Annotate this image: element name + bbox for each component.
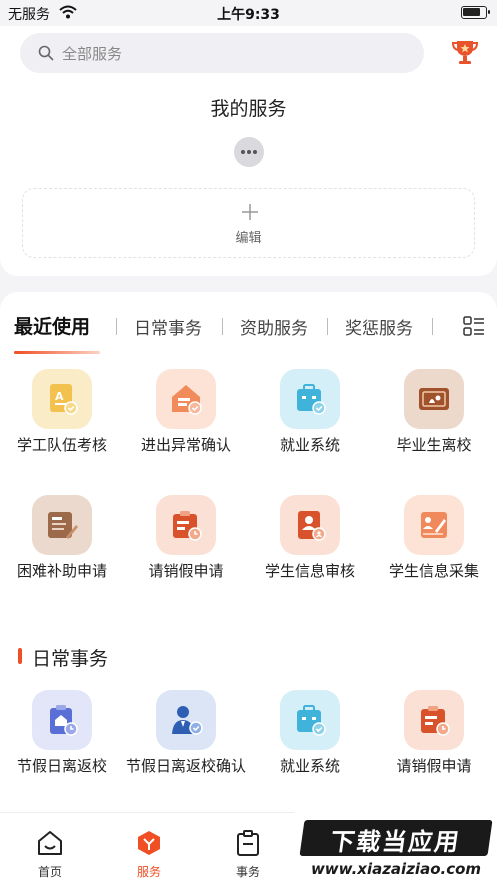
battery-icon [461,6,490,19]
tab-recent[interactable]: 最近使用 [14,312,90,339]
site-watermark: 下载当应用 www.xiazaiziao.com [294,812,497,883]
service-label: 学工队伍考核 [16,436,107,454]
home-icon [38,831,62,855]
clipboard-icon [237,830,259,856]
nav-home[interactable]: 首页 [20,819,80,879]
house-check-icon [156,369,216,429]
tab-rewards[interactable]: 奖惩服务 [345,314,413,339]
section-title: 日常事务 [32,648,109,670]
nav-services[interactable]: 服务 [119,819,179,879]
briefcase-check-icon [280,690,340,750]
service-tile[interactable]: 就业系统 [248,369,372,479]
services-icon [138,831,160,855]
profile-verify-icon [280,495,340,555]
service-tile[interactable]: 请销假申请 [124,495,248,605]
service-label: 学生信息审核 [264,562,355,580]
person-check-icon [156,690,216,750]
diploma-icon [404,369,464,429]
search-bar[interactable]: 全部服务 [20,33,424,73]
service-tile[interactable]: 就业系统 [248,690,372,800]
service-label: 就业系统 [279,757,340,775]
form-pen-icon [32,495,92,555]
edit-services-button[interactable]: 编辑 [22,188,475,258]
more-dot-icon [247,150,251,154]
services-card: 最近使用 日常事务 资助服务 奖惩服务 A 学工队伍考核 进出异常确认 就业系统… [0,292,497,812]
leave-clock-icon [156,495,216,555]
nav-label: 首页 [37,865,62,879]
tab-divider [222,318,223,335]
briefcase-check-icon [280,369,340,429]
service-label: 毕业生离校 [396,436,472,454]
nav-affairs[interactable]: 事务 [218,819,278,879]
service-label: 进出异常确认 [140,436,231,454]
tab-divider [327,318,328,335]
holiday-return-icon [32,690,92,750]
service-label: 就业系统 [279,436,340,454]
grade-certificate-icon: A [32,369,92,429]
service-tile[interactable]: 学生信息采集 [372,495,496,605]
watermark-badge: 下载当应用 [299,820,493,856]
more-dot-icon [241,150,245,154]
service-tile[interactable]: 请销假申请 [372,690,496,800]
more-dot-icon [253,150,257,154]
plus-icon [242,204,258,220]
service-label: 请销假申请 [148,562,224,580]
service-label: 节假日离返校 [16,757,107,775]
service-tile[interactable]: 毕业生离校 [372,369,496,479]
service-tile[interactable]: 学生信息审核 [248,495,372,605]
section-marker [18,648,22,664]
nav-label: 事务 [235,865,260,879]
watermark-url: www.xiazaiziao.com [310,860,482,878]
tab-divider [432,318,433,335]
service-tile[interactable]: A 学工队伍考核 [0,369,124,479]
service-label: 学生信息采集 [388,562,479,580]
edit-label: 编辑 [235,231,262,246]
service-tile[interactable]: 困难补助申请 [0,495,124,605]
service-tile[interactable]: 节假日离返校确认 [124,690,248,800]
search-placeholder: 全部服务 [62,45,123,63]
service-tile[interactable]: 进出异常确认 [124,369,248,479]
active-tab-indicator [14,351,100,354]
watermark-brand: 下载当应用 [328,828,463,856]
trophy-icon[interactable] [452,38,478,66]
tab-daily[interactable]: 日常事务 [134,314,202,339]
service-tile[interactable]: 节假日离返校 [0,690,124,800]
leave-clock-icon [404,690,464,750]
my-services-title: 我的服务 [210,98,287,120]
status-time: 上午9:33 [217,7,280,23]
tab-divider [116,318,117,335]
service-label: 请销假申请 [396,757,472,775]
svg-text:A: A [55,390,64,403]
more-button[interactable] [234,137,264,167]
service-label: 节假日离返校确认 [125,757,246,775]
tab-aid[interactable]: 资助服务 [240,314,308,339]
profile-edit-icon [404,495,464,555]
service-label: 困难补助申请 [16,562,107,580]
category-tabs: 最近使用 日常事务 资助服务 奖惩服务 [0,308,497,354]
my-services-card: 全部服务 我的服务 编辑 [0,26,497,276]
category-menu-icon[interactable] [463,316,485,336]
nav-label: 服务 [136,865,161,879]
search-icon [38,45,54,61]
status-bar: 无服务 上午9:33 [0,0,497,26]
